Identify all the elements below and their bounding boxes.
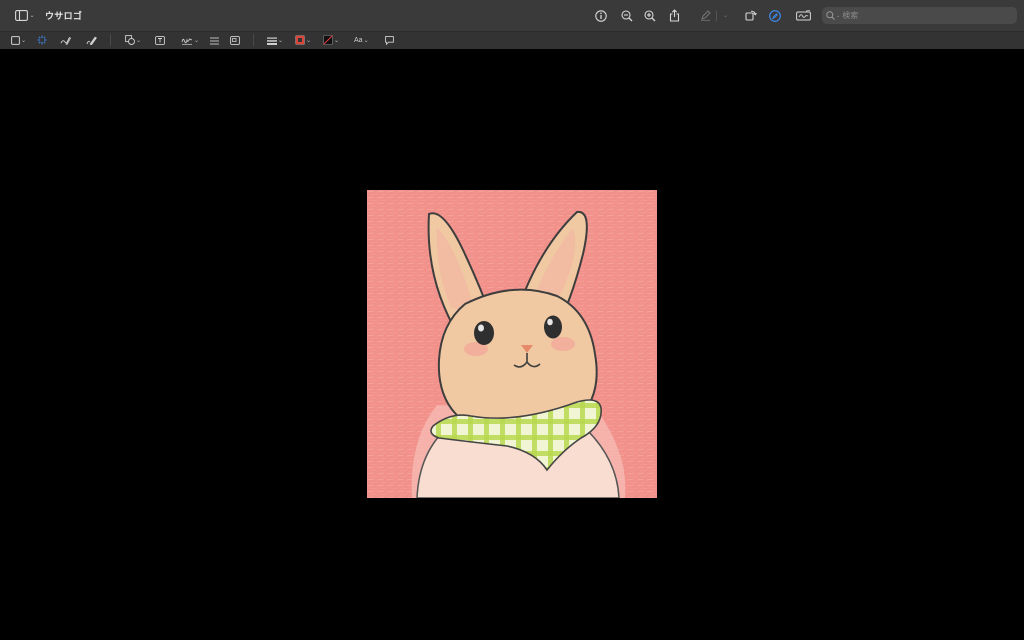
chevron-down-icon: ⌄ (29, 13, 35, 19)
chevron-down-icon: ⌄ (722, 13, 729, 19)
info-button[interactable] (594, 9, 607, 22)
signature-tool-icon (181, 32, 193, 50)
sidebar-toggle-icon (15, 10, 29, 21)
sketch-icon (60, 32, 72, 50)
share-button[interactable] (668, 8, 681, 22)
chevron-down-icon: ⌄ (21, 38, 27, 44)
note-icon (385, 32, 394, 50)
smart-lasso-icon (37, 32, 47, 50)
search-icon (826, 11, 835, 20)
border-color-button[interactable]: ⌄ (295, 34, 313, 46)
draw-tool-button[interactable] (86, 35, 97, 46)
rabbit-illustration[interactable] (367, 190, 657, 498)
search-field[interactable]: ⌄ 検索 (822, 7, 1017, 24)
shape-style-button[interactable]: ⌄ (267, 35, 285, 46)
text-style-icon: Aa (354, 37, 363, 44)
chevron-down-icon: ⌄ (836, 12, 841, 19)
zoom-in-icon (643, 9, 656, 22)
chevron-down-icon: ⌄ (306, 38, 312, 44)
sketch-tool-button[interactable] (60, 35, 72, 46)
zoom-out-icon (620, 9, 633, 22)
text-box-icon (155, 32, 165, 50)
shapes-button[interactable]: ⌄ (125, 34, 143, 46)
draw-icon (86, 32, 97, 50)
sidebar-toggle-button[interactable]: ⌄ (13, 9, 37, 22)
toolbar-divider (253, 34, 254, 46)
adjust-color-button[interactable] (210, 35, 221, 46)
chevron-down-icon: ⌄ (136, 38, 142, 44)
rect-select-icon (11, 32, 20, 50)
signature-tool-button[interactable]: ⌄ (181, 35, 199, 46)
zoom-out-button[interactable] (620, 9, 633, 22)
share-icon (669, 8, 680, 22)
markup-toolbar (0, 31, 1024, 50)
fill-color-button[interactable]: ⌄ (323, 34, 341, 46)
text-style-button[interactable]: Aa ⌄ (354, 35, 372, 46)
signature-button[interactable] (795, 9, 811, 22)
toolbar-divider (110, 34, 111, 46)
chevron-down-icon: ⌄ (194, 38, 200, 44)
markup-toggle-button[interactable] (768, 9, 781, 22)
search-placeholder: 検索 (842, 11, 859, 20)
zoom-in-button[interactable] (643, 9, 656, 22)
border-color-icon (295, 32, 305, 50)
rotate-icon (744, 9, 757, 21)
selection-tool-button[interactable]: ⌄ (11, 35, 31, 46)
window-toolbar: ⌄ ウサロゴ ⌄ ⌄ 検索 (0, 0, 1024, 31)
rotate-button[interactable] (744, 8, 757, 22)
text-box-button[interactable] (155, 35, 166, 46)
signature-icon (795, 10, 811, 21)
shapes-icon (125, 32, 135, 50)
markup-icon (768, 9, 781, 22)
highlight-button[interactable]: ⌄ (699, 9, 729, 22)
adjust-size-button[interactable] (230, 35, 241, 46)
chevron-down-icon: ⌄ (278, 38, 284, 44)
adjust-size-icon (230, 32, 240, 50)
note-button[interactable] (385, 35, 396, 46)
highlight-pen-icon (700, 10, 711, 21)
info-icon (594, 9, 607, 22)
window-title: ウサロゴ (45, 11, 83, 21)
instant-alpha-button[interactable] (37, 35, 48, 46)
chevron-down-icon: ⌄ (334, 38, 340, 44)
chevron-down-icon: ⌄ (363, 38, 369, 44)
fill-color-icon (323, 32, 333, 50)
shape-style-icon (267, 32, 277, 50)
adjust-color-icon (210, 32, 219, 50)
